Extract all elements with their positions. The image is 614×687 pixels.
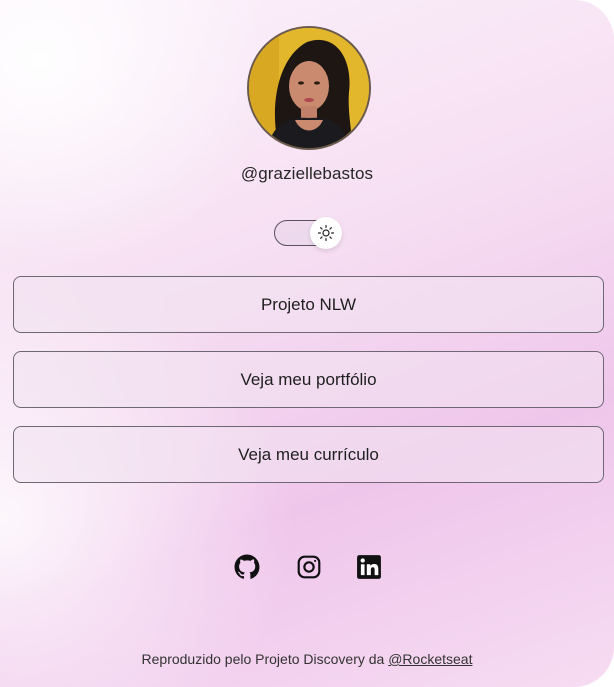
github-link[interactable] (233, 553, 261, 581)
profile-handle: @graziellebastos (240, 164, 374, 183)
footer-text: Reproduzido pelo Projeto Discovery da (141, 651, 389, 667)
link-projeto-nlw[interactable]: Projeto NLW (13, 276, 604, 333)
linkedin-icon (357, 555, 381, 579)
link-curriculo[interactable]: Veja meu currículo (13, 426, 604, 483)
instagram-link[interactable] (295, 553, 323, 581)
theme-toggle-knob[interactable] (310, 217, 342, 249)
avatar (247, 26, 371, 150)
sun-icon (317, 224, 335, 242)
rocketseat-link[interactable]: @Rocketseat (388, 651, 472, 667)
profile-card: @graziellebastos Projeto NLW Veja meu po… (0, 0, 614, 687)
link-portfolio[interactable]: Veja meu portfólio (13, 351, 604, 408)
instagram-icon (297, 555, 321, 579)
footer: Reproduzido pelo Projeto Discovery da @R… (0, 651, 614, 667)
linkedin-link[interactable] (355, 553, 383, 581)
github-icon (234, 554, 260, 579)
